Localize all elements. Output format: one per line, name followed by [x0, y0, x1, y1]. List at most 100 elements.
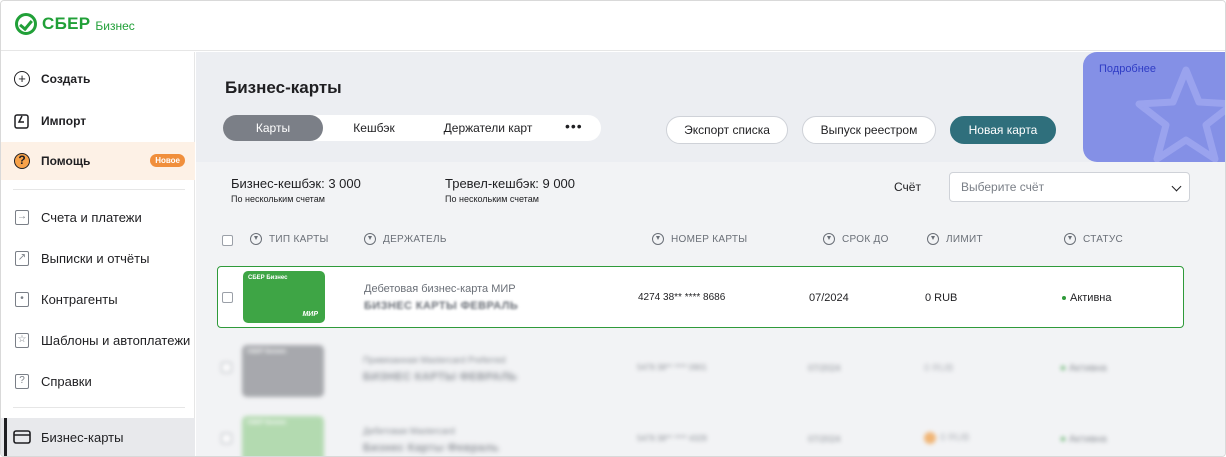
- main-content: Бизнес-карты Карты Кешбэк Держатели карт…: [196, 52, 1225, 456]
- card-type: Дебетовая бизнес-карта МИР: [364, 283, 516, 295]
- column-card-type[interactable]: ТИП КАРТЫ: [250, 233, 329, 245]
- row-checkbox[interactable]: [221, 433, 232, 444]
- card-logo: СБЕР Бизнес: [247, 349, 287, 355]
- card-holder: БИЗНЕС КАРТЫ ФЕВРАЛЬ: [364, 300, 519, 312]
- card-status: Активна: [1061, 363, 1107, 374]
- travel-cashback: Тревел-кешбэк: 9 000 По нескольким счета…: [445, 176, 575, 204]
- sidebar-divider: [13, 189, 185, 190]
- sidebar-item-accounts[interactable]: → Счета и платежи: [1, 198, 195, 236]
- card-expiry: 07/2024: [808, 363, 841, 373]
- row-checkbox[interactable]: [222, 292, 233, 303]
- business-cashback-value: Бизнес-кешбэк: 3 000: [231, 176, 361, 191]
- sidebar-item-label: Счета и платежи: [41, 209, 142, 225]
- app-window: СБЕР Бизнес + Создать Импорт ? Помощь Но…: [0, 0, 1226, 457]
- tabs: Карты Кешбэк Держатели карт •••: [223, 115, 601, 141]
- business-cashback-sub: По нескольким счетам: [231, 194, 325, 204]
- account-select[interactable]: Выберите счёт: [949, 172, 1190, 202]
- registry-issue-button[interactable]: Выпуск реестром: [802, 116, 936, 144]
- card-image: СБЕР Бизнес: [242, 345, 324, 397]
- tab-holders[interactable]: Держатели карт: [423, 115, 553, 141]
- card-expiry: 07/2024: [809, 292, 849, 304]
- sidebar-divider: [13, 407, 185, 408]
- logo-sub: Бизнес: [95, 18, 135, 33]
- more-tabs-button[interactable]: •••: [565, 115, 583, 141]
- card-limit: 0 RUB: [924, 363, 954, 374]
- select-all-checkbox[interactable]: [222, 235, 233, 246]
- column-label: ДЕРЖАТЕЛЬ: [383, 233, 447, 245]
- table-row[interactable]: СБЕР Бизнес Привязанная Mastercard Prefe…: [217, 337, 1184, 399]
- help-icon: ?: [13, 152, 31, 170]
- certificates-icon: ?: [13, 372, 31, 390]
- counterparties-icon: •: [13, 290, 31, 308]
- column-status[interactable]: СТАТУС: [1064, 233, 1123, 245]
- column-label: СТАТУС: [1083, 233, 1124, 245]
- travel-cashback-sub: По нескольким счетам: [445, 194, 539, 204]
- sort-icon: [250, 233, 262, 245]
- sidebar-item-label: Контрагенты: [41, 291, 118, 307]
- column-card-number[interactable]: НОМЕР КАРТЫ: [652, 233, 747, 245]
- templates-icon: ☆: [13, 331, 31, 349]
- promo-banner[interactable]: Подробнее: [1083, 52, 1225, 162]
- column-holder[interactable]: ДЕРЖАТЕЛЬ: [364, 233, 447, 245]
- row-checkbox[interactable]: [221, 362, 232, 373]
- status-dot: [1061, 366, 1065, 371]
- sidebar-item-certificates[interactable]: ? Справки: [1, 362, 195, 400]
- card-status: Активна: [1061, 434, 1107, 445]
- sidebar-item-create[interactable]: + Создать: [1, 60, 195, 98]
- page-header: Бизнес-карты Карты Кешбэк Держатели карт…: [196, 52, 1225, 162]
- tab-cards[interactable]: Карты: [223, 115, 323, 141]
- sidebar-item-templates[interactable]: ☆ Шаблоны и автоплатежи: [1, 321, 195, 359]
- import-icon: [13, 112, 31, 130]
- sber-logo[interactable]: СБЕР Бизнес: [15, 13, 135, 35]
- sidebar-item-label: Выписки и отчёты: [41, 250, 150, 266]
- top-bar: СБЕР Бизнес: [1, 1, 1225, 51]
- sidebar-item-import[interactable]: Импорт: [1, 102, 195, 140]
- sidebar-item-label: Бизнес-карты: [41, 429, 124, 445]
- export-list-button[interactable]: Экспорт списка: [666, 116, 788, 144]
- plus-circle-icon: +: [13, 70, 31, 88]
- sidebar: + Создать Импорт ? Помощь Новое → Счета …: [1, 52, 195, 456]
- accounts-icon: →: [13, 208, 31, 226]
- card-number: 5479 38** **** 4329: [637, 434, 707, 443]
- mir-logo: МИР: [302, 311, 318, 318]
- new-card-button[interactable]: Новая карта: [950, 116, 1056, 144]
- card-type: Привязанная Mastercard Preferred: [363, 355, 506, 365]
- sidebar-item-help[interactable]: ? Помощь Новое: [1, 142, 195, 180]
- column-limit[interactable]: ЛИМИТ: [927, 233, 983, 245]
- sidebar-item-label: Помощь: [41, 154, 91, 168]
- sort-icon: [364, 233, 376, 245]
- status-label: Активна: [1069, 363, 1107, 374]
- tab-cashback[interactable]: Кешбэк: [335, 115, 413, 141]
- chevron-down-icon: [1171, 181, 1182, 192]
- sidebar-item-counterparties[interactable]: • Контрагенты: [1, 280, 195, 318]
- account-label: Счёт: [894, 180, 921, 194]
- sidebar-item-statements[interactable]: ↗ Выписки и отчёты: [1, 239, 195, 277]
- card-logo: СБЕР Бизнес: [247, 420, 287, 426]
- card-number: 5479 38** **** 0901: [637, 363, 707, 372]
- sidebar-item-label: Импорт: [41, 114, 87, 128]
- sidebar-item-label: Шаблоны и автоплатежи: [41, 332, 191, 348]
- new-badge: Новое: [150, 154, 185, 167]
- table-row[interactable]: СБЕР Бизнес МИР Дебетовая бизнес-карта М…: [217, 266, 1184, 328]
- status-dot: [1062, 296, 1066, 301]
- card-image: СБЕР Бизнес МИР: [243, 271, 325, 323]
- star-icon: [1135, 66, 1225, 162]
- column-label: ЛИМИТ: [946, 233, 983, 245]
- page-title: Бизнес-карты: [225, 78, 342, 97]
- business-cashback: Бизнес-кешбэк: 3 000 По нескольким счета…: [231, 176, 361, 204]
- status-dot: [1061, 437, 1065, 442]
- sort-icon: [823, 233, 835, 245]
- table-header: ТИП КАРТЫ ДЕРЖАТЕЛЬ НОМЕР КАРТЫ СРОК ДО …: [196, 227, 1225, 253]
- column-label: СРОК ДО: [842, 233, 889, 245]
- card-limit: 0 RUB: [924, 432, 969, 444]
- sidebar-item-label: Справки: [41, 373, 92, 389]
- sidebar-item-business-cards[interactable]: Бизнес-карты: [1, 418, 195, 456]
- card-number: 4274 38** **** 8686: [638, 292, 726, 303]
- sort-icon: [927, 233, 939, 245]
- table-row[interactable]: СБЕР Бизнес Дебетовая Mastercard Бизнес …: [217, 408, 1184, 456]
- sort-icon: [1064, 233, 1076, 245]
- column-label: НОМЕР КАРТЫ: [671, 233, 748, 245]
- column-expiry[interactable]: СРОК ДО: [823, 233, 889, 245]
- card-type: Дебетовая Mastercard: [363, 426, 455, 436]
- card-holder: Бизнес Карты Февраль: [363, 442, 500, 454]
